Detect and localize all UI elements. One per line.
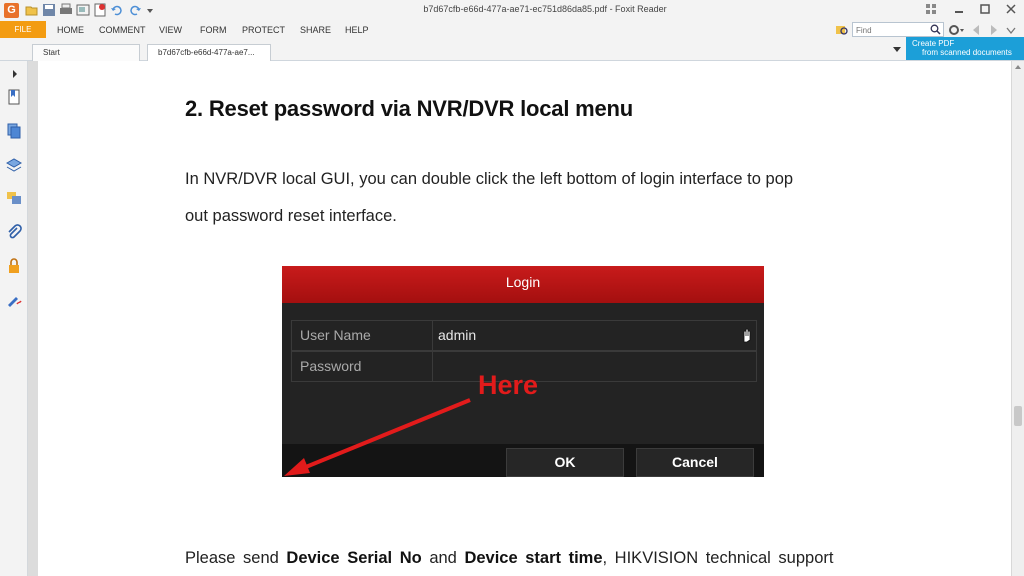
foxit-logo-icon: G [4, 3, 19, 18]
screenshot-icon[interactable] [76, 3, 90, 17]
scroll-up-icon[interactable] [1015, 65, 1021, 69]
pages-icon[interactable] [6, 123, 22, 139]
password-label: Password [292, 352, 433, 381]
expand-arrow-icon[interactable] [10, 66, 20, 82]
paragraph-line-1: In NVR/DVR local GUI, you can double cli… [185, 170, 794, 188]
scroll-thumb[interactable] [1014, 406, 1022, 426]
title-bar: G b7d67cfb-e66d-477a-ae71-ec751d86da85.p… [0, 0, 1024, 21]
customize-dropdown-icon[interactable] [146, 3, 154, 17]
save-icon[interactable] [42, 3, 56, 17]
menu-bar: FILE HOME COMMENT VIEW FORM PROTECT SHAR… [0, 21, 1024, 41]
here-annotation: Here [478, 370, 539, 400]
window-title: b7d67cfb-e66d-477a-ae71-ec751d86da85.pdf… [423, 4, 667, 14]
search-icon[interactable] [930, 24, 941, 35]
start-time-emphasis: Device start time [464, 549, 603, 567]
tab-bar: Start b7d67cfb-e66d-477a-ae7... [0, 41, 1024, 61]
cancel-button: Cancel [636, 448, 754, 477]
tab-start[interactable]: Start [32, 44, 140, 61]
gear-icon[interactable] [947, 23, 965, 37]
ribbon-collapse-icon[interactable] [1005, 23, 1017, 37]
hand-tool-icon[interactable] [93, 3, 107, 17]
tab-list-dropdown-icon[interactable] [893, 47, 901, 52]
print-icon[interactable] [59, 3, 73, 17]
para3-text-c: and [421, 549, 465, 567]
comments-icon[interactable] [6, 190, 22, 206]
undo-icon[interactable] [110, 3, 124, 17]
login-button-bar: OK Cancel [282, 444, 764, 477]
menu-form[interactable]: FORM [200, 25, 227, 35]
paragraph-line-3: Please send Device Serial No and Device … [185, 549, 833, 568]
menu-share[interactable]: SHARE [300, 25, 331, 35]
para3-text-a: Please send [185, 549, 287, 567]
tab-document[interactable]: b7d67cfb-e66d-477a-ae7... [147, 44, 271, 61]
cursor-hand-icon [743, 328, 751, 343]
search-folder-icon[interactable] [835, 23, 849, 37]
redo-icon[interactable] [128, 3, 142, 17]
find-input[interactable] [856, 24, 928, 36]
page-heading: 2. Reset password via NVR/DVR local menu [185, 96, 634, 121]
panel-divider[interactable] [28, 61, 38, 576]
login-body: User Name admin Password Here OK Cancel [282, 303, 764, 477]
security-icon[interactable] [6, 258, 22, 274]
username-row: User Name admin [291, 320, 757, 351]
layers-icon[interactable] [6, 157, 22, 173]
menu-view[interactable]: VIEW [159, 25, 182, 35]
open-icon[interactable] [25, 3, 39, 17]
serial-no-emphasis: Device Serial No [286, 549, 422, 567]
close-icon[interactable] [1004, 2, 1018, 16]
next-icon[interactable] [988, 23, 1000, 37]
create-pdf-line1: Create PDF [912, 39, 955, 48]
create-pdf-banner[interactable]: Create PDF from scanned documents [906, 37, 1024, 60]
find-field[interactable] [852, 22, 944, 37]
ok-button: OK [506, 448, 624, 477]
file-menu[interactable]: FILE [0, 21, 46, 38]
navigation-panel [0, 61, 28, 576]
menu-home[interactable]: HOME [57, 25, 84, 35]
attachment-icon[interactable] [6, 224, 22, 240]
username-label: User Name [292, 321, 433, 350]
create-pdf-line2: from scanned documents [922, 48, 1012, 57]
minimize-icon[interactable] [952, 2, 966, 16]
document-page: 2. Reset password via NVR/DVR local menu… [38, 61, 1011, 576]
previous-icon[interactable] [970, 23, 982, 37]
bookmark-icon[interactable] [6, 89, 22, 105]
tab-document-label: b7d67cfb-e66d-477a-ae7... [158, 48, 255, 57]
signature-icon[interactable] [6, 291, 22, 307]
para3-text-e: , HIKVISION technical support [602, 549, 834, 567]
paragraph-line-2: out password reset interface. [185, 207, 397, 225]
login-title: Login [282, 266, 764, 303]
vertical-scrollbar[interactable] [1011, 61, 1024, 576]
layout-icon[interactable] [924, 2, 938, 16]
menu-comment[interactable]: COMMENT [99, 25, 146, 35]
menu-help[interactable]: HELP [345, 25, 369, 35]
maximize-icon[interactable] [978, 2, 992, 16]
login-screenshot-image: Login User Name admin Password Here OK C… [282, 266, 764, 477]
menu-protect[interactable]: PROTECT [242, 25, 285, 35]
username-value: admin [438, 327, 477, 343]
